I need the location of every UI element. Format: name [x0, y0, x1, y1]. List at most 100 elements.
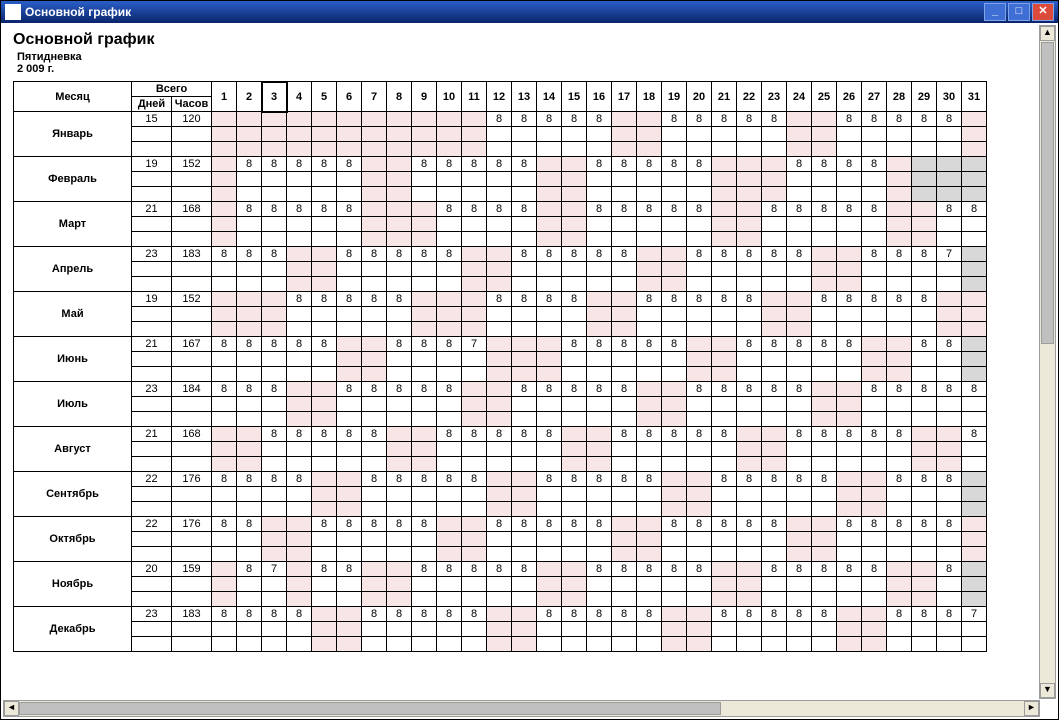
day-cell[interactable]	[612, 577, 637, 592]
day-cell[interactable]	[262, 232, 287, 247]
day-cell[interactable]	[462, 637, 487, 652]
day-cell[interactable]	[762, 232, 787, 247]
day-cell[interactable]	[487, 247, 512, 262]
day-cell[interactable]	[212, 562, 237, 577]
scroll-left-button[interactable]: ◄	[4, 701, 19, 716]
day-cell[interactable]	[812, 352, 837, 367]
day-cell[interactable]: 8	[437, 607, 462, 622]
day-cell[interactable]	[687, 397, 712, 412]
day-cell[interactable]	[562, 277, 587, 292]
day-cell[interactable]: 8	[887, 472, 912, 487]
day-cell[interactable]	[412, 352, 437, 367]
day-cell[interactable]	[262, 142, 287, 157]
day-cell[interactable]	[812, 577, 837, 592]
day-cell[interactable]	[962, 472, 987, 487]
day-cell[interactable]	[737, 157, 762, 172]
day-cell[interactable]	[712, 127, 737, 142]
day-cell[interactable]	[412, 532, 437, 547]
day-cell[interactable]	[237, 187, 262, 202]
day-cell[interactable]	[762, 262, 787, 277]
day-cell[interactable]	[437, 127, 462, 142]
day-cell[interactable]: 8	[962, 382, 987, 397]
day-cell[interactable]	[787, 532, 812, 547]
day-cell[interactable]	[937, 397, 962, 412]
day-cell[interactable]	[512, 397, 537, 412]
day-cell[interactable]	[212, 442, 237, 457]
day-header-4[interactable]: 4	[287, 82, 312, 112]
day-cell[interactable]	[362, 112, 387, 127]
day-cell[interactable]: 8	[687, 427, 712, 442]
day-cell[interactable]	[487, 472, 512, 487]
day-cell[interactable]	[312, 367, 337, 382]
day-cell[interactable]: 7	[962, 607, 987, 622]
day-cell[interactable]	[612, 187, 637, 202]
day-cell[interactable]: 8	[512, 202, 537, 217]
day-cell[interactable]: 8	[537, 112, 562, 127]
day-cell[interactable]	[912, 187, 937, 202]
day-cell[interactable]	[612, 232, 637, 247]
day-cell[interactable]	[787, 367, 812, 382]
day-cell[interactable]: 8	[387, 292, 412, 307]
day-cell[interactable]	[537, 547, 562, 562]
day-cell[interactable]	[637, 112, 662, 127]
day-cell[interactable]: 8	[462, 157, 487, 172]
day-cell[interactable]	[837, 397, 862, 412]
day-cell[interactable]	[562, 427, 587, 442]
day-cell[interactable]: 8	[387, 247, 412, 262]
day-cell[interactable]: 8	[712, 382, 737, 397]
day-cell[interactable]: 8	[687, 382, 712, 397]
day-cell[interactable]: 8	[437, 202, 462, 217]
day-cell[interactable]	[537, 367, 562, 382]
day-cell[interactable]: 8	[212, 517, 237, 532]
day-cell[interactable]: 8	[212, 472, 237, 487]
day-cell[interactable]	[312, 352, 337, 367]
day-cell[interactable]	[762, 367, 787, 382]
day-cell[interactable]	[387, 457, 412, 472]
day-cell[interactable]	[962, 247, 987, 262]
day-cell[interactable]: 7	[262, 562, 287, 577]
day-cell[interactable]	[962, 412, 987, 427]
day-cell[interactable]	[862, 322, 887, 337]
day-cell[interactable]: 8	[637, 472, 662, 487]
day-header-13[interactable]: 13	[512, 82, 537, 112]
day-cell[interactable]: 8	[787, 562, 812, 577]
day-cell[interactable]	[337, 592, 362, 607]
day-cell[interactable]	[537, 307, 562, 322]
day-cell[interactable]	[912, 262, 937, 277]
day-cell[interactable]: 8	[512, 247, 537, 262]
day-cell[interactable]	[537, 277, 562, 292]
day-cell[interactable]	[962, 337, 987, 352]
day-cell[interactable]: 8	[837, 157, 862, 172]
day-cell[interactable]: 8	[637, 202, 662, 217]
day-cell[interactable]	[937, 127, 962, 142]
day-cell[interactable]	[787, 592, 812, 607]
day-cell[interactable]	[937, 622, 962, 637]
day-cell[interactable]	[787, 442, 812, 457]
day-cell[interactable]	[462, 127, 487, 142]
day-cell[interactable]: 8	[612, 427, 637, 442]
day-cell[interactable]	[837, 247, 862, 262]
day-cell[interactable]	[362, 187, 387, 202]
day-cell[interactable]	[312, 472, 337, 487]
day-cell[interactable]	[387, 232, 412, 247]
day-cell[interactable]	[437, 457, 462, 472]
day-cell[interactable]	[537, 217, 562, 232]
day-cell[interactable]	[737, 637, 762, 652]
day-cell[interactable]: 8	[587, 562, 612, 577]
day-cell[interactable]	[787, 232, 812, 247]
day-cell[interactable]	[712, 592, 737, 607]
day-cell[interactable]: 8	[812, 292, 837, 307]
day-cell[interactable]	[962, 457, 987, 472]
day-cell[interactable]: 8	[362, 517, 387, 532]
day-cell[interactable]	[712, 397, 737, 412]
day-cell[interactable]	[887, 442, 912, 457]
day-cell[interactable]	[862, 412, 887, 427]
day-cell[interactable]	[862, 352, 887, 367]
day-cell[interactable]	[512, 217, 537, 232]
day-cell[interactable]	[862, 472, 887, 487]
day-cell[interactable]	[487, 487, 512, 502]
day-cell[interactable]	[412, 142, 437, 157]
day-cell[interactable]	[312, 487, 337, 502]
day-cell[interactable]	[912, 487, 937, 502]
day-header-9[interactable]: 9	[412, 82, 437, 112]
